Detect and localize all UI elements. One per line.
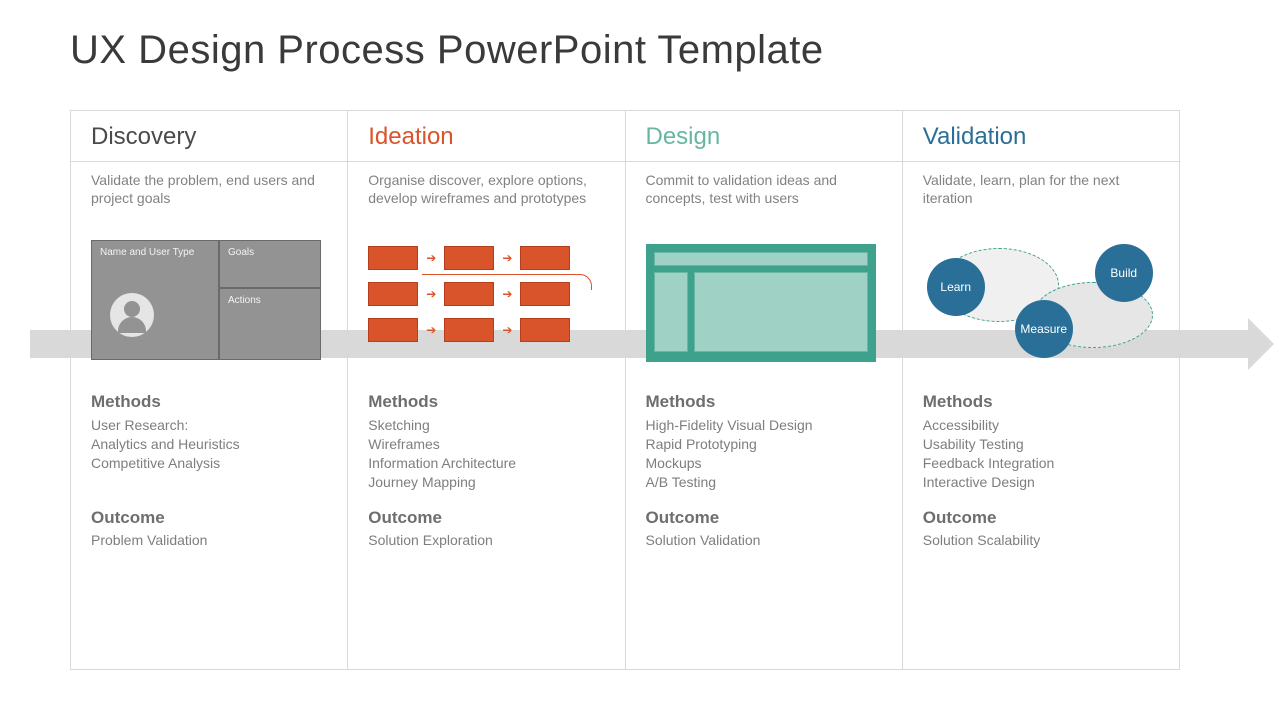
discovery-illustration: Name and User Type Goals Actions [91,240,331,370]
flow-box-icon [520,246,570,270]
circle-build: Build [1095,244,1153,302]
outcome-text: Problem Validation [91,532,331,548]
column-header: Discovery [71,111,347,162]
column-description: Commit to validation ideas and concepts,… [646,172,886,226]
arrow-right-icon: ➔ [502,251,512,265]
methods-heading: Methods [91,392,331,412]
mockup-content-icon [694,272,868,352]
outcome-heading: Outcome [923,508,1163,528]
methods-text: High-Fidelity Visual Design Rapid Protot… [646,416,886,492]
column-body: Organise discover, explore options, deve… [348,162,624,669]
persona-name-label: Name and User Type [100,247,194,258]
mockup-topbar-icon [654,252,868,266]
arrow-right-icon: ➔ [426,251,436,265]
column-description: Organise discover, explore options, deve… [368,172,608,226]
arrow-right-icon: ➔ [502,323,512,337]
column-description: Validate, learn, plan for the next itera… [923,172,1163,226]
flow-diagram: ➔ ➔ ▾ ➔ ➔ ➔ ➔ [368,246,608,354]
column-body: Validate the problem, end users and proj… [71,162,347,669]
wireframe-mockup [646,244,876,362]
column-heading: Ideation [368,123,608,151]
ideation-illustration: ➔ ➔ ▾ ➔ ➔ ➔ ➔ [368,240,608,370]
outcome-heading: Outcome [368,508,608,528]
flow-box-icon [444,318,494,342]
persona-actions-cell: Actions [219,288,321,360]
outcome-heading: Outcome [646,508,886,528]
outcome-text: Solution Validation [646,532,886,548]
outcome-text: Solution Scalability [923,532,1163,548]
slide: UX Design Process PowerPoint Template Di… [0,0,1280,720]
validation-illustration: Learn Build Measure [923,240,1163,370]
flow-box-icon [368,246,418,270]
methods-text: Sketching Wireframes Information Archite… [368,416,608,492]
methods-heading: Methods [923,392,1163,412]
column-heading: Discovery [91,123,331,151]
outcome-text: Solution Exploration [368,532,608,548]
methods-list: Accessibility Usability Testing Feedback… [923,416,1163,494]
flow-curve-icon [422,274,592,290]
column-discovery: Discovery Validate the problem, end user… [71,111,348,669]
column-design: Design Commit to validation ideas and co… [626,111,903,669]
page-title: UX Design Process PowerPoint Template [70,28,1220,73]
mockup-sidebar-icon [654,272,688,352]
persona-card: Name and User Type Goals Actions [91,240,321,360]
arrow-right-icon: ➔ [426,323,436,337]
methods-list: User Research: Analytics and Heuristics … [91,416,331,494]
circle-measure: Measure [1015,300,1073,358]
flow-row: ➔ ➔ [368,246,608,270]
persona-name-cell: Name and User Type [91,240,219,360]
arrow-down-icon: ▾ [388,280,394,294]
column-header: Ideation [348,111,624,162]
avatar-icon [110,293,154,337]
persona-goals-cell: Goals [219,240,321,288]
outcome-heading: Outcome [91,508,331,528]
column-header: Design [626,111,902,162]
methods-text: Accessibility Usability Testing Feedback… [923,416,1163,492]
methods-heading: Methods [646,392,886,412]
column-heading: Design [646,123,886,151]
column-heading: Validation [923,123,1163,151]
circle-learn: Learn [927,258,985,316]
process-columns: Discovery Validate the problem, end user… [70,110,1180,670]
column-body: Validate, learn, plan for the next itera… [903,162,1179,669]
column-ideation: Ideation Organise discover, explore opti… [348,111,625,669]
flow-box-icon [520,318,570,342]
lean-cycle: Learn Build Measure [923,244,1163,364]
methods-list: High-Fidelity Visual Design Rapid Protot… [646,416,886,494]
column-header: Validation [903,111,1179,162]
column-description: Validate the problem, end users and proj… [91,172,331,226]
column-validation: Validation Validate, learn, plan for the… [903,111,1180,669]
flow-box-icon [368,318,418,342]
process-arrow-head-icon [1248,318,1274,370]
design-illustration [646,240,886,370]
methods-list: Sketching Wireframes Information Archite… [368,416,608,494]
flow-box-icon [444,246,494,270]
column-body: Commit to validation ideas and concepts,… [626,162,902,669]
flow-row: ➔ ➔ [368,318,608,342]
methods-heading: Methods [368,392,608,412]
methods-text: User Research: Analytics and Heuristics … [91,416,331,473]
